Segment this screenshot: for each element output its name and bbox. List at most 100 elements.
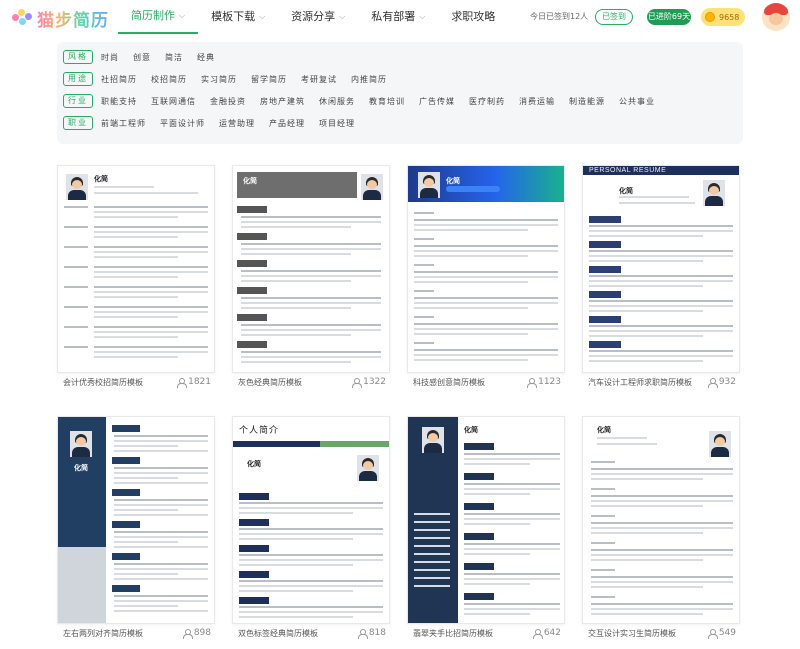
resume-photo bbox=[357, 455, 379, 481]
top-nav: 猫步简历 简历制作 ⌵ 模板下载 ⌵ 资源分享 ⌵ 私有部署 ⌵ 求职攻略 今日… bbox=[0, 0, 800, 36]
filter-option[interactable]: 前端工程师 bbox=[101, 118, 146, 129]
filter-option[interactable]: 职能支持 bbox=[101, 96, 137, 107]
filter-option[interactable]: 消费运输 bbox=[519, 96, 555, 107]
filter-option[interactable]: 内推简历 bbox=[351, 74, 387, 85]
user-icon bbox=[532, 628, 543, 639]
filter-option[interactable]: 时尚 bbox=[101, 52, 119, 63]
usage-count: 1322 bbox=[352, 377, 386, 388]
resume-name: 化简 bbox=[464, 426, 478, 434]
filter-option[interactable]: 公共事业 bbox=[619, 96, 655, 107]
filter-option[interactable]: 考研复试 bbox=[301, 74, 337, 85]
template-thumbnail[interactable]: PERSONAL RESUME 化简 bbox=[582, 165, 740, 373]
resume-photo bbox=[66, 174, 88, 200]
filter-option[interactable]: 经典 bbox=[197, 52, 215, 63]
resume-photo bbox=[709, 431, 731, 457]
user-icon bbox=[177, 377, 188, 388]
filter-row: 风格 时尚 创意 简洁 经典 bbox=[63, 49, 229, 65]
usage-count-value: 898 bbox=[193, 628, 211, 638]
template-caption[interactable]: 交互设计实习生简历模板 bbox=[588, 628, 676, 639]
filter-option[interactable]: 社招简历 bbox=[101, 74, 137, 85]
filter-option[interactable]: 项目经理 bbox=[319, 118, 355, 129]
menu-item-label: 简历制作 bbox=[131, 9, 175, 22]
template-card[interactable]: 个人简介 化简 双色标签经典简历模板 818 bbox=[232, 416, 390, 642]
template-card[interactable]: 化简左右两列对齐简历模板 898 bbox=[57, 416, 215, 642]
resume-photo bbox=[361, 174, 383, 200]
template-thumbnail[interactable]: 化简 bbox=[407, 416, 565, 624]
menu-item-job-guide[interactable]: 求职攻略 bbox=[438, 0, 508, 34]
template-caption[interactable]: 灰色经典简历模板 bbox=[238, 377, 302, 388]
template-thumbnail[interactable]: 化简 bbox=[57, 165, 215, 373]
resume-photo bbox=[703, 180, 725, 206]
filter-category-tag: 职业 bbox=[63, 116, 93, 130]
template-card[interactable]: 化简会计优秀校招简历模板 1821 bbox=[57, 165, 215, 391]
usage-count-value: 549 bbox=[718, 628, 736, 638]
template-thumbnail[interactable]: 化简 bbox=[232, 165, 390, 373]
template-thumbnail[interactable]: 个人简介 化简 bbox=[232, 416, 390, 624]
user-icon bbox=[707, 377, 718, 388]
filter-option[interactable]: 创意 bbox=[133, 52, 151, 63]
template-thumbnail[interactable]: 化简 bbox=[57, 416, 215, 624]
chevron-down-icon: ⌵ bbox=[179, 11, 186, 20]
filter-option[interactable]: 简洁 bbox=[165, 52, 183, 63]
signin-count-text: 今日已签到12人 bbox=[530, 12, 589, 21]
filter-option[interactable]: 校招简历 bbox=[151, 74, 187, 85]
resume-name: 化简 bbox=[597, 426, 611, 434]
resume-name: 化简 bbox=[74, 464, 88, 472]
filter-option[interactable]: 运营助理 bbox=[219, 118, 255, 129]
menu-item-label: 求职攻略 bbox=[451, 10, 496, 23]
filter-row: 职业 前端工程师 平面设计师 运营助理 产品经理 项目经理 bbox=[63, 115, 369, 131]
template-card[interactable]: 化简科技感创意简历模板 1123 bbox=[407, 165, 565, 391]
template-card[interactable]: PERSONAL RESUME 化简汽车设计工程师求职简历模板 932 bbox=[582, 165, 740, 391]
filter-option[interactable]: 平面设计师 bbox=[160, 118, 205, 129]
template-card[interactable]: 化简灰色经典简历模板 1322 bbox=[232, 165, 390, 391]
resume-banner: PERSONAL RESUME bbox=[583, 166, 739, 175]
template-caption[interactable]: 会计优秀校招简历模板 bbox=[63, 377, 143, 388]
vip-status-button[interactable]: 已进阶69天 bbox=[647, 9, 691, 25]
filter-option[interactable]: 产品经理 bbox=[269, 118, 305, 129]
usage-count: 932 bbox=[707, 377, 736, 388]
filter-option[interactable]: 广告传媒 bbox=[419, 96, 455, 107]
filter-option[interactable]: 教育培训 bbox=[369, 96, 405, 107]
filter-option[interactable]: 休闲服务 bbox=[319, 96, 355, 107]
coin-icon bbox=[705, 12, 715, 22]
coin-balance[interactable]: 9658 bbox=[701, 8, 745, 26]
usage-count: 1123 bbox=[527, 377, 561, 388]
menu-item-resume-make[interactable]: 简历制作 ⌵ bbox=[118, 0, 199, 34]
template-caption[interactable]: 汽车设计工程师求职简历模板 bbox=[588, 377, 692, 388]
template-caption[interactable]: 科技感创意简历模板 bbox=[413, 377, 485, 388]
filter-option[interactable]: 医疗制药 bbox=[469, 96, 505, 107]
menu-item-template-download[interactable]: 模板下载 ⌵ bbox=[198, 0, 278, 34]
filter-option[interactable]: 互联网通信 bbox=[151, 96, 196, 107]
template-card[interactable]: 化简翡翠夹手比招简历模板 642 bbox=[407, 416, 565, 642]
filter-option[interactable]: 房地产建筑 bbox=[260, 96, 305, 107]
filter-panel: 风格 时尚 创意 简洁 经典 用途 社招简历 校招简历 实习简历 留学简历 考研复试 内推简历 行业 职能… bbox=[57, 42, 743, 144]
template-caption[interactable]: 左右两列对齐简历模板 bbox=[63, 628, 143, 639]
menu-item-label: 资源分享 bbox=[291, 10, 336, 23]
template-thumbnail[interactable]: 化简 bbox=[582, 416, 740, 624]
filter-option[interactable]: 制造能源 bbox=[569, 96, 605, 107]
coin-value: 9658 bbox=[719, 12, 740, 22]
avatar[interactable] bbox=[762, 3, 790, 31]
usage-count: 549 bbox=[707, 628, 736, 639]
menu-item-resource-share[interactable]: 资源分享 ⌵ bbox=[278, 0, 358, 34]
template-card[interactable]: 化简交互设计实习生简历模板 549 bbox=[582, 416, 740, 642]
usage-count-value: 932 bbox=[718, 377, 736, 387]
filter-option[interactable]: 金融投资 bbox=[210, 96, 246, 107]
usage-count: 642 bbox=[532, 628, 561, 639]
filter-row: 用途 社招简历 校招简历 实习简历 留学简历 考研复试 内推简历 bbox=[63, 71, 401, 87]
signed-button[interactable]: 已签到 bbox=[595, 9, 633, 25]
user-icon bbox=[352, 377, 363, 388]
logo[interactable]: 猫步简历 bbox=[12, 6, 109, 31]
menu-item-private-deploy[interactable]: 私有部署 ⌵ bbox=[358, 0, 438, 34]
usage-count: 1821 bbox=[177, 377, 211, 388]
resume-name: 化简 bbox=[247, 460, 261, 468]
template-caption[interactable]: 双色标签经典简历模板 bbox=[238, 628, 318, 639]
usage-count-value: 642 bbox=[543, 628, 561, 638]
user-icon bbox=[527, 377, 538, 388]
template-thumbnail[interactable]: 化简 bbox=[407, 165, 565, 373]
menu-item-label: 私有部署 bbox=[371, 10, 416, 23]
usage-count: 898 bbox=[182, 628, 211, 639]
filter-option[interactable]: 实习简历 bbox=[201, 74, 237, 85]
filter-option[interactable]: 留学简历 bbox=[251, 74, 287, 85]
template-caption[interactable]: 翡翠夹手比招简历模板 bbox=[413, 628, 493, 639]
